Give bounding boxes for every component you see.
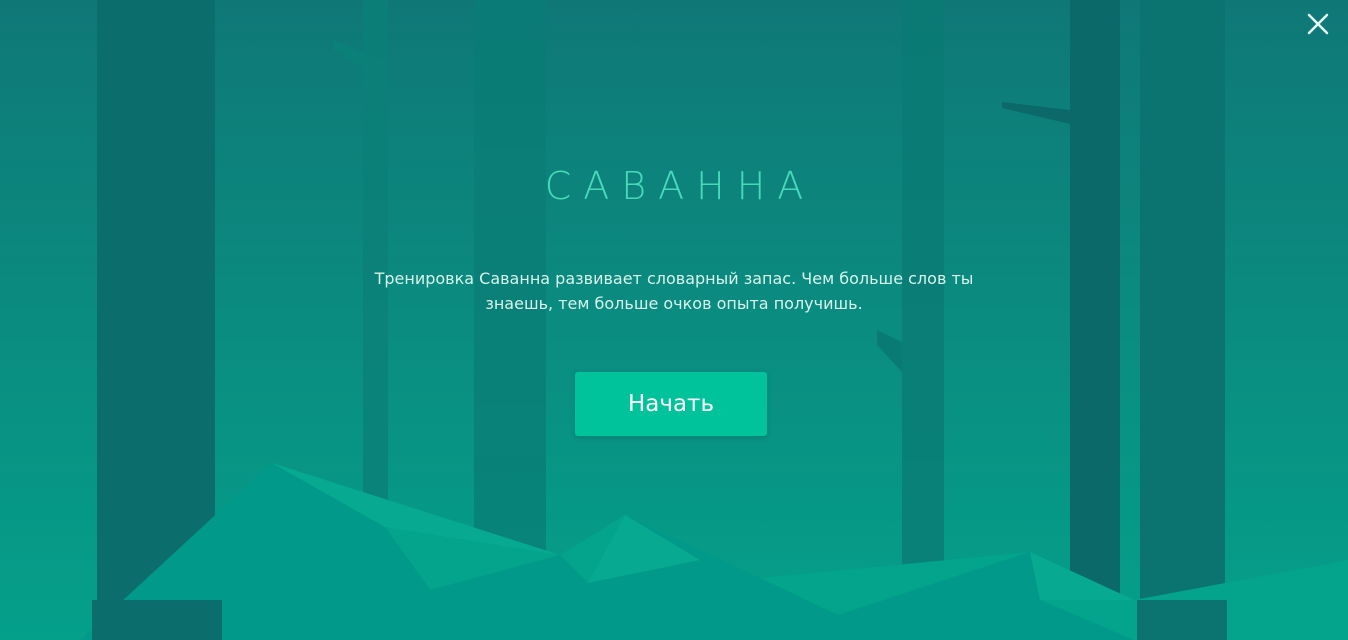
game-title: САВАННА — [544, 164, 816, 208]
intro-content: САВАННА Тренировка Саванна развивает сло… — [0, 0, 1348, 640]
savanna-intro-screen: САВАННА Тренировка Саванна развивает сло… — [0, 0, 1348, 640]
start-button[interactable]: Начать — [575, 372, 767, 436]
game-description: Тренировка Саванна развивает словарный з… — [374, 269, 974, 313]
